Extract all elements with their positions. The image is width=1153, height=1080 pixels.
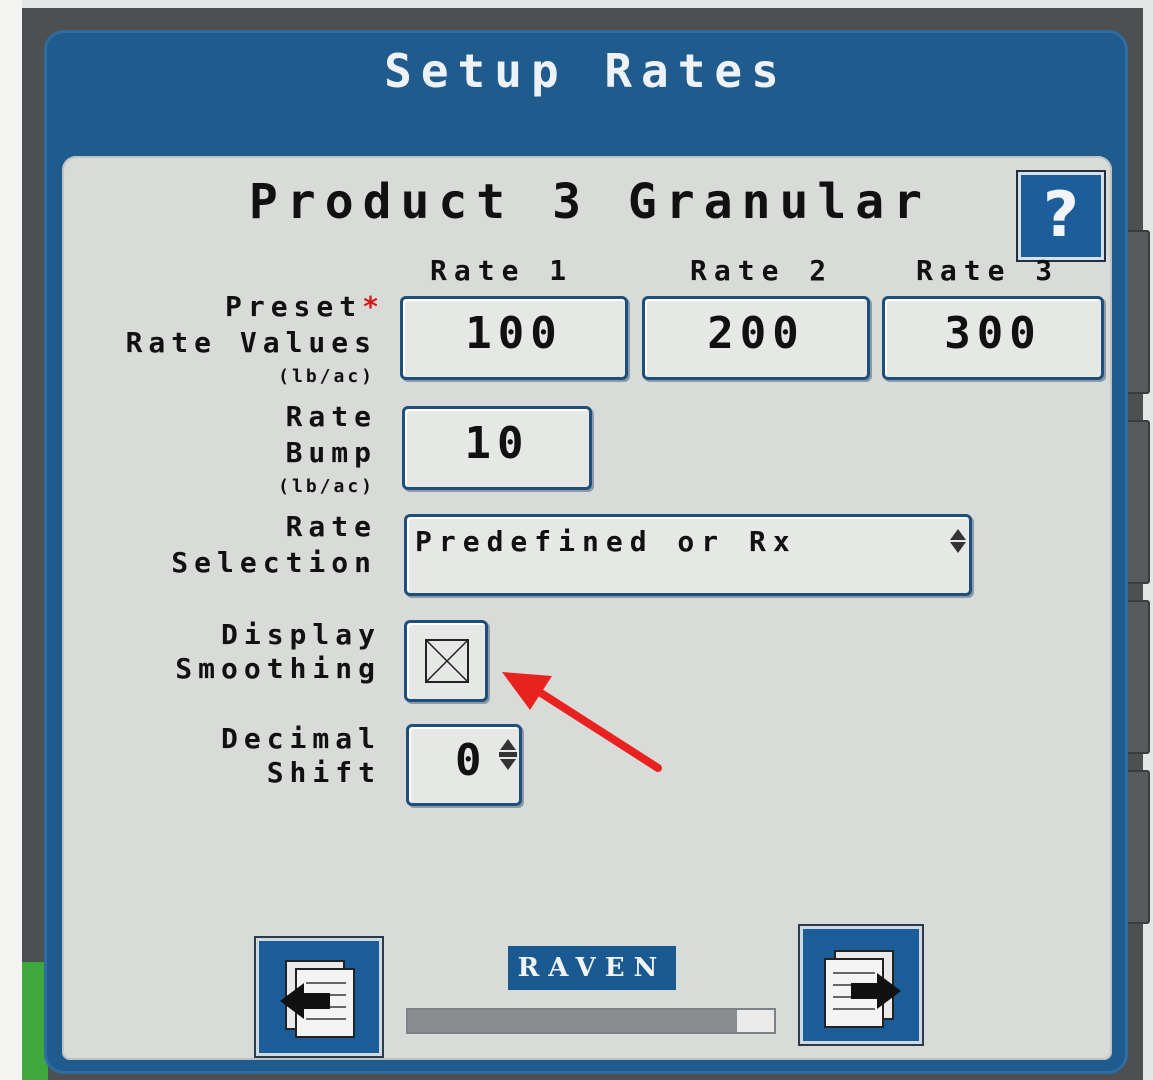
page-next-icon xyxy=(824,950,901,1028)
dropdown-arrows-icon xyxy=(950,529,966,553)
display-smoothing-label-1: Display xyxy=(220,618,381,651)
rate-selection-label-2: Selection xyxy=(171,546,377,579)
preset-label: Preset* xyxy=(225,290,385,323)
column-header-rate-3: Rate 3 xyxy=(916,254,1060,287)
progress-bar xyxy=(406,1008,776,1034)
rate-bump-input[interactable]: 10 xyxy=(402,406,592,490)
previous-page-button[interactable] xyxy=(254,936,384,1058)
column-header-rate-1: Rate 1 xyxy=(430,254,574,287)
page-back-icon xyxy=(280,960,355,1038)
rate-1-input[interactable]: 100 xyxy=(400,296,628,380)
progress-fill xyxy=(408,1010,738,1032)
rate-selection-value: Predefined or Rx xyxy=(415,525,797,558)
product-title: Product 3 Granular xyxy=(248,174,932,230)
next-page-button[interactable] xyxy=(798,924,924,1046)
rate-bump-unit-label: (lb/ac) xyxy=(278,476,375,497)
decimal-shift-label-2: Shift xyxy=(266,756,381,789)
preset-label-text: Preset xyxy=(224,290,363,323)
display-smoothing-label-2: Smoothing xyxy=(175,652,381,685)
decimal-shift-label-1: Decimal xyxy=(220,722,381,755)
raven-logo: RAVEN xyxy=(508,946,676,990)
screen-edge xyxy=(0,0,22,1080)
rate-values-label: Rate Values xyxy=(125,326,377,359)
rate-bump-label-2: Bump xyxy=(285,436,377,469)
required-mark: * xyxy=(362,290,385,323)
column-header-rate-2: Rate 2 xyxy=(690,254,834,287)
stepper-arrows-icon xyxy=(499,739,517,770)
decimal-shift-value: 0 xyxy=(455,735,482,786)
checkbox-empty-icon xyxy=(425,639,469,683)
rate-selection-label-1: Rate xyxy=(285,510,377,543)
rate-3-input[interactable]: 300 xyxy=(882,296,1104,380)
rate-bump-label-1: Rate xyxy=(285,400,377,433)
rate-selection-dropdown[interactable]: Predefined or Rx xyxy=(404,514,972,596)
window-title: Setup Rates xyxy=(384,44,788,98)
decimal-shift-stepper[interactable]: 0 xyxy=(406,724,522,806)
red-arrow-icon xyxy=(502,672,662,772)
rate-2-input[interactable]: 200 xyxy=(642,296,870,380)
help-button[interactable]: ? xyxy=(1016,170,1106,262)
display-smoothing-checkbox[interactable] xyxy=(404,620,488,702)
settings-panel xyxy=(62,156,1112,1060)
preset-unit-label: (lb/ac) xyxy=(278,366,375,387)
